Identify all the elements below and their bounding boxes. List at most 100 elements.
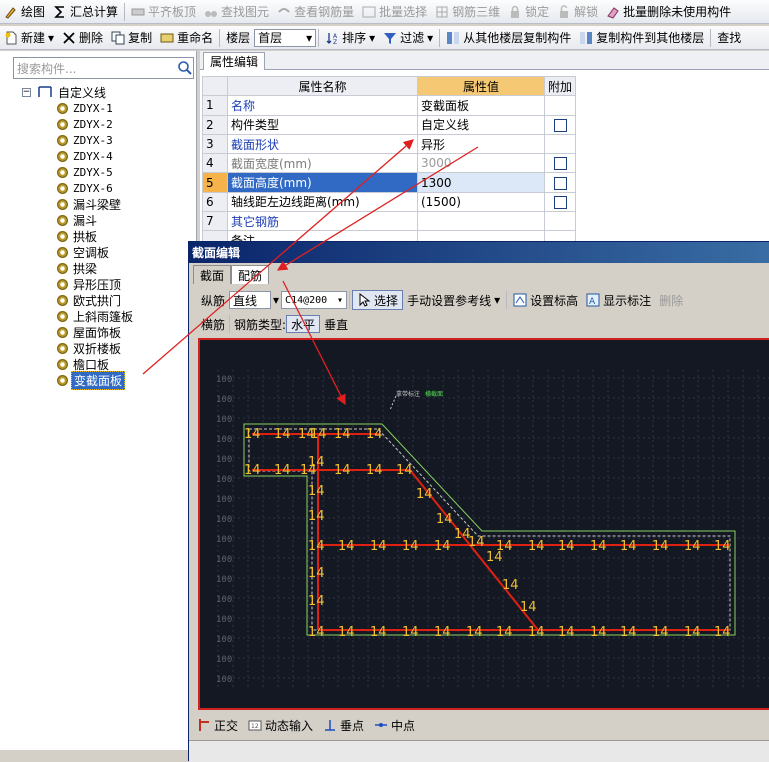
tree-item[interactable]: ZDYX-6 <box>4 180 194 196</box>
chevron-down-icon: ▾ <box>48 30 55 45</box>
property-row[interactable]: 1 名称 变截面板 <box>202 95 577 116</box>
rebar-size-label: 14 <box>308 484 325 499</box>
tree-item[interactable]: 屋面饰板 <box>4 324 194 340</box>
remove-button[interactable]: 删除 <box>655 289 687 311</box>
tree-item[interactable]: ZDYX-3 <box>4 132 194 148</box>
tab-property-edit[interactable]: 属性编辑 <box>203 52 266 70</box>
collapse-icon[interactable]: − <box>22 87 31 97</box>
property-value[interactable]: 3000 <box>417 153 545 174</box>
property-row[interactable]: 5 截面高度(mm) 1300 <box>202 172 577 193</box>
section-drawing[interactable]: 100 100 100 100 100 100 100 100 100 100 100 100 100 1… <box>200 340 769 710</box>
line-mode-select[interactable]: 直线 <box>229 291 272 309</box>
rebar-3d-button[interactable]: 钢筋三维 <box>431 1 504 23</box>
rebar-spec-select[interactable]: C14@200 ▾ <box>281 291 348 309</box>
search-input[interactable]: 搜索构件... <box>14 60 177 77</box>
extra-checkbox[interactable] <box>553 157 567 171</box>
extra-checkbox[interactable] <box>553 118 567 132</box>
set-elevation-button[interactable]: 设置标高 <box>509 289 582 311</box>
copy-to-floor-button[interactable]: 复制构件到其他楼层 <box>575 27 708 49</box>
tree-item[interactable]: 异形压顶 <box>4 276 194 292</box>
rebar-size-label: 14 <box>590 625 607 640</box>
tree-item[interactable]: ZDYX-1 <box>4 100 194 116</box>
component-gear-icon <box>57 342 68 354</box>
tree-item[interactable]: 变截面板 <box>4 370 194 390</box>
copy-button[interactable]: 复制 <box>107 27 156 49</box>
grid-row-label: 100 <box>216 395 232 405</box>
ortho-button[interactable]: 正交 <box>193 714 242 736</box>
manual-ref-button[interactable]: 手动设置参考线 ▾ <box>403 289 504 311</box>
property-value-header: 属性值 <box>417 75 545 97</box>
select-button[interactable]: 选择 <box>352 290 404 310</box>
floor-select[interactable]: 首层 ▾ <box>254 28 317 47</box>
grid-row-label: 100 <box>216 575 232 585</box>
sum-button[interactable]: 汇总计算 <box>49 1 122 23</box>
tree-item[interactable]: ZDYX-2 <box>4 116 194 132</box>
tab-rebar[interactable]: 配筋 <box>231 265 270 284</box>
lock-button[interactable]: 锁定 <box>504 1 553 23</box>
batch-select-button[interactable]: 批量选择 <box>358 1 431 23</box>
property-value[interactable]: 变截面板 <box>417 95 545 116</box>
new-button[interactable]: 新建 ▾ <box>0 27 58 49</box>
copy-from-floor-button[interactable]: 从其他楼层复制构件 <box>442 27 575 49</box>
rebar-size-label: 14 <box>402 539 419 554</box>
property-value[interactable] <box>417 211 545 232</box>
property-row[interactable]: 7 其它钢筋 <box>202 211 577 232</box>
perp-point-icon <box>325 720 336 731</box>
view-rebar-icon <box>278 7 290 13</box>
component-gear-icon <box>57 358 68 370</box>
property-value[interactable]: (1500) <box>417 191 545 213</box>
rebar-size-label: 14 <box>468 535 485 550</box>
filter-button[interactable]: 过滤 ▾ <box>379 27 437 49</box>
tree-item[interactable]: 欧式拱门 <box>4 292 194 308</box>
tree-item[interactable]: 空调板 <box>4 244 194 260</box>
property-value[interactable]: 异形 <box>417 133 545 155</box>
extra-checkbox[interactable] <box>553 195 567 209</box>
tab-section[interactable]: 截面 <box>193 265 232 284</box>
chevron-down-icon: ▾ <box>306 30 313 45</box>
property-row[interactable]: 4 截面宽度(mm) 3000 <box>202 153 577 174</box>
sort-button[interactable]: AZ 排序 ▾ <box>321 27 379 49</box>
search-box[interactable]: 搜索构件... <box>13 57 194 79</box>
show-annotation-button[interactable]: A 显示标注 <box>582 289 655 311</box>
grid-row-label: 100 <box>216 455 232 465</box>
tree-item[interactable]: ZDYX-4 <box>4 148 194 164</box>
batch-delete-button[interactable]: 批量删除未使用构件 <box>602 1 735 23</box>
search-icon[interactable] <box>177 60 193 76</box>
align-slab-button[interactable]: 平齐板顶 <box>127 1 200 23</box>
tree-root[interactable]: − 自定义线 <box>4 84 194 100</box>
extra-checkbox[interactable] <box>553 176 567 190</box>
perp-point-button[interactable]: 垂点 <box>319 714 368 736</box>
mid-point-button[interactable]: 中点 <box>370 714 419 736</box>
find-button[interactable]: 查找 <box>713 27 745 49</box>
property-row[interactable]: 3 截面形状 异形 <box>202 133 577 155</box>
drawing-canvas[interactable]: 100 100 100 100 100 100 100 100 100 100 100 100 100 1… <box>198 338 769 710</box>
rebar-size-label: 14 <box>274 427 291 442</box>
property-value[interactable]: 自定义线 <box>417 114 545 135</box>
tree-item[interactable]: 拱梁 <box>4 260 194 276</box>
chevron-down-icon: ▾ <box>494 293 501 307</box>
delete-button[interactable]: 删除 <box>58 27 107 49</box>
find-element-button[interactable]: 查找图元 <box>200 1 273 23</box>
rename-button[interactable]: 重命名 <box>156 27 217 49</box>
chevron-down-icon[interactable]: ▾ <box>273 293 279 307</box>
tree-item[interactable]: 上斜雨篷板 <box>4 308 194 324</box>
component-gear-icon <box>57 166 68 178</box>
horizontal-button[interactable]: 水平 <box>286 315 321 333</box>
tree-item[interactable]: 漏斗梁壁 <box>4 196 194 212</box>
unlock-button[interactable]: 解锁 <box>553 1 602 23</box>
property-row[interactable]: 2 构件类型 自定义线 <box>202 114 577 135</box>
tree-item[interactable]: ZDYX-5 <box>4 164 194 180</box>
property-name: 名称 <box>227 95 418 116</box>
vertical-button[interactable]: 垂直 <box>320 313 352 335</box>
dynamic-input-button[interactable]: 12 动态输入 <box>244 714 317 736</box>
view-rebar-qty-button[interactable]: 查看钢筋量 <box>273 1 358 23</box>
component-gear-icon <box>57 134 68 146</box>
draw-button[interactable]: 绘图 <box>0 1 49 23</box>
tree-item[interactable]: 漏斗 <box>4 212 194 228</box>
property-value[interactable]: 1300 <box>417 172 545 193</box>
property-row[interactable]: 6 轴线距左边线距离(mm) (1500) <box>202 191 577 213</box>
tree-item[interactable]: 拱板 <box>4 228 194 244</box>
component-gear-icon <box>57 118 68 130</box>
tree-item[interactable]: 双折楼板 <box>4 340 194 356</box>
rebar-size-label: 14 <box>714 625 731 640</box>
